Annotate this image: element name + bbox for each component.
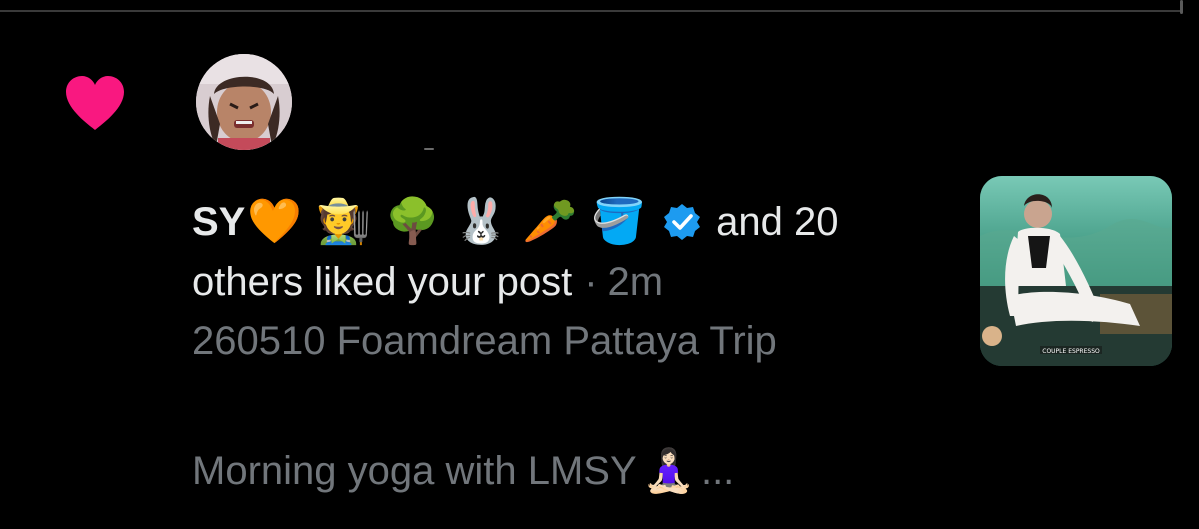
post-title: 260510 Foamdream Pattaya Trip xyxy=(192,319,777,363)
action-line: others liked your post · 2m xyxy=(192,252,922,312)
rabbit-emoji: 🐰 xyxy=(453,197,509,246)
carrot-emoji: 🥕 xyxy=(522,197,578,246)
divider xyxy=(0,10,1180,12)
orange-heart-emoji: 🧡 xyxy=(247,197,303,246)
user-name[interactable]: SY xyxy=(192,192,245,252)
others-count[interactable]: and 20 xyxy=(716,192,838,252)
timestamp: 2m xyxy=(607,260,664,304)
post-text: Morning yoga with LMSY xyxy=(192,449,637,493)
liker-line: SY 🧡 🧑‍🌾 🌳 🐰 🥕 🪣 and 20 xyxy=(192,192,922,252)
yoga-emoji: 🧘🏻‍♀️ xyxy=(642,447,695,494)
bucket-emoji: 🪣 xyxy=(591,197,647,246)
scrollbar[interactable] xyxy=(1180,0,1183,14)
separator-mark xyxy=(424,148,434,150)
post-thumbnail[interactable]: COUPLE ESPRESSO xyxy=(980,176,1172,366)
thumbnail-caption: COUPLE ESPRESSO xyxy=(1042,348,1100,355)
notification-text[interactable]: SY 🧡 🧑‍🌾 🌳 🐰 🥕 🪣 and 20 others liked you… xyxy=(192,192,922,370)
action-text: others liked your post xyxy=(192,260,573,304)
post-preview[interactable]: Morning yoga with LMSY 🧘🏻‍♀️ ... xyxy=(192,442,734,500)
farmer-emoji: 🧑‍🌾 xyxy=(316,197,371,246)
verified-badge-icon xyxy=(664,204,701,240)
tree-emoji: 🌳 xyxy=(384,197,440,246)
time-separator: · xyxy=(584,260,598,304)
notification-screen: SY 🧡 🧑‍🌾 🌳 🐰 🥕 🪣 and 20 others liked you… xyxy=(0,0,1199,529)
ellipsis: ... xyxy=(700,449,735,493)
heart-icon xyxy=(66,76,124,130)
avatar[interactable] xyxy=(196,54,292,150)
